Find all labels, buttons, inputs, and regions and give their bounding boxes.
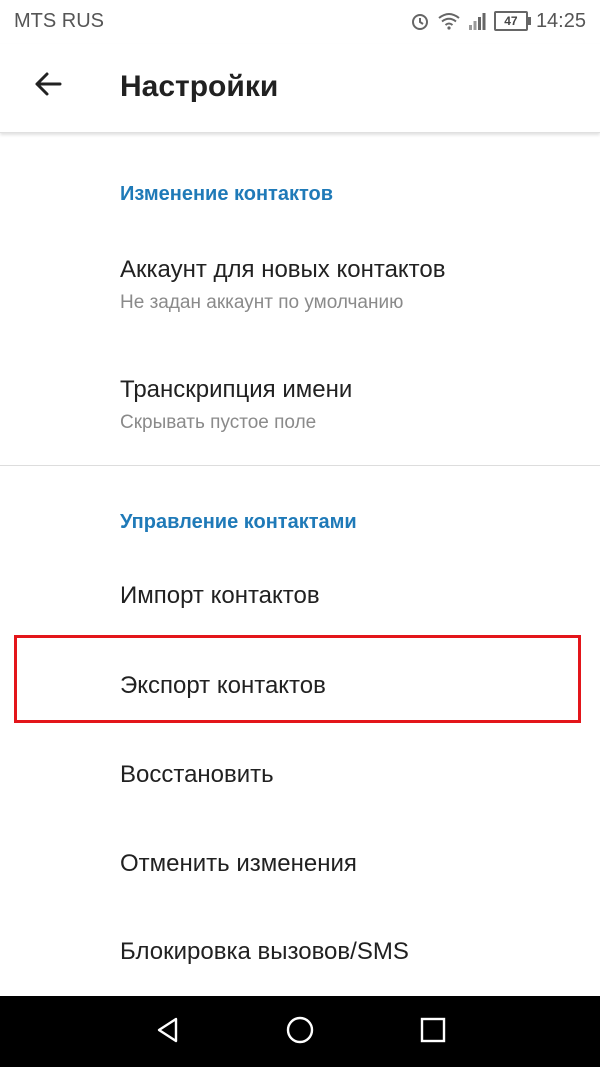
- back-button[interactable]: [26, 64, 70, 108]
- recents-square-icon: [420, 1017, 446, 1048]
- arrow-back-icon: [33, 69, 63, 104]
- section-divider: [0, 465, 600, 466]
- pref-title: Восстановить: [120, 761, 274, 788]
- alarm-icon: [410, 11, 430, 31]
- clock: 14:25: [535, 9, 586, 32]
- section-header-edit-contacts: Изменение контактов: [120, 183, 334, 205]
- status-icons: 47 14:25: [410, 8, 586, 34]
- pref-undo-changes[interactable]: Отменить изменения: [0, 820, 600, 904]
- wifi-icon: [438, 12, 460, 30]
- pref-title: Импорт контактов: [120, 582, 320, 609]
- nav-recents-button[interactable]: [415, 1014, 451, 1050]
- nav-back-button[interactable]: [150, 1014, 186, 1050]
- section-header-manage-contacts: Управление контактами: [120, 511, 357, 533]
- carrier-name: MTS RUS: [14, 10, 104, 32]
- pref-title: Отменить изменения: [120, 850, 357, 877]
- signal-icon: [468, 12, 486, 30]
- pref-title: Аккаунт для новых контактов: [120, 256, 446, 283]
- page-title: Настройки: [120, 70, 279, 103]
- pref-title: Блокировка вызовов/SMS: [120, 938, 409, 965]
- navigation-bar: [0, 996, 600, 1067]
- pref-name-transcription[interactable]: Транскрипция имени Скрывать пустое поле: [0, 360, 600, 460]
- status-bar: MTS RUS 47 14:25: [0, 0, 600, 44]
- pref-import-contacts[interactable]: Импорт контактов: [0, 560, 600, 632]
- app-bar: Настройки: [0, 44, 600, 133]
- battery-icon: 47: [493, 11, 531, 31]
- pref-default-account[interactable]: Аккаунт для новых контактов Не задан акк…: [0, 240, 600, 340]
- back-triangle-icon: [154, 1016, 182, 1049]
- pref-summary: Не задан аккаунт по умолчанию: [120, 292, 404, 313]
- pref-title: Транскрипция имени: [120, 376, 353, 403]
- highlight-box: [14, 635, 581, 723]
- nav-home-button[interactable]: [282, 1014, 318, 1050]
- pref-call-blocking[interactable]: Блокировка вызовов/SMS: [0, 908, 600, 992]
- pref-summary: Скрывать пустое поле: [120, 412, 317, 433]
- home-circle-icon: [285, 1015, 315, 1050]
- pref-restore[interactable]: Восстановить: [0, 730, 600, 814]
